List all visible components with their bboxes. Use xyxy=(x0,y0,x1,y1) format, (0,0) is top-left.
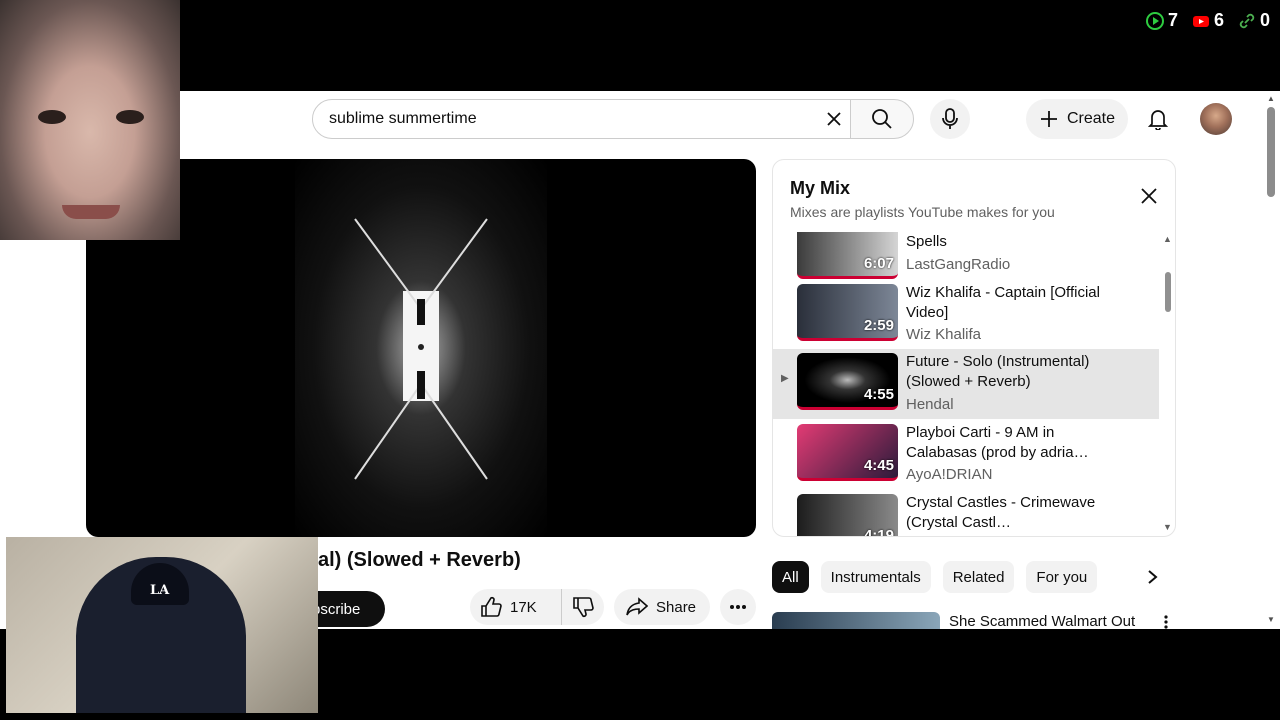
link-counter: 0 xyxy=(1238,10,1270,31)
webcam-face-mouth xyxy=(62,205,120,219)
page-scroll-down-icon[interactable]: ▼ xyxy=(1267,615,1275,624)
chip-instrumentals[interactable]: Instrumentals xyxy=(820,561,931,593)
play-counter: 7 xyxy=(1145,10,1178,31)
stream-counters: 7 6 0 xyxy=(1145,10,1270,31)
mix-item-title: Future - Solo (Instrumental) (Slowed + R… xyxy=(906,353,1090,390)
thumbs-up-icon xyxy=(481,596,502,617)
account-avatar[interactable] xyxy=(1200,103,1232,135)
share-label: Share xyxy=(656,598,697,616)
search-icon xyxy=(872,109,892,129)
mix-subtitle: Mixes are playlists YouTube makes for yo… xyxy=(790,204,1055,220)
chevron-right-icon xyxy=(1148,570,1158,584)
mix-item-title: Playboi Carti - 9 AM in Calabasas (prod … xyxy=(906,424,1089,461)
mix-item-title: Crystal Castles - Crimewave (Crystal Cas… xyxy=(906,494,1096,531)
mix-item-channel: AyoA!DRIAN xyxy=(906,466,993,483)
recommended-video[interactable]: She Scammed Walmart Out xyxy=(772,612,1172,629)
video-player[interactable] xyxy=(86,159,756,537)
mix-item-title: Spells xyxy=(906,233,947,250)
search-input[interactable] xyxy=(329,110,809,128)
microphone-icon xyxy=(942,108,958,129)
mix-title: My Mix xyxy=(790,178,851,198)
thumbs-down-icon xyxy=(573,597,594,618)
page-scrollbar-thumb[interactable] xyxy=(1267,107,1275,197)
mix-item-channel: LastGangRadio xyxy=(906,256,1011,273)
chip-all[interactable]: All xyxy=(772,561,809,593)
mix-item-duration: 4:55 xyxy=(863,386,894,403)
cap-logo: LA xyxy=(150,583,170,598)
create-label: Create xyxy=(1066,110,1116,127)
now-playing-icon: ▶ xyxy=(781,373,789,384)
youtube-icon xyxy=(1192,15,1209,27)
mix-item-thumbnail: 4:55 xyxy=(797,353,898,410)
video-artwork xyxy=(354,218,488,480)
webcam-bottom-left: LA xyxy=(6,537,318,713)
search-button[interactable] xyxy=(850,99,914,139)
chip-related[interactable]: Related xyxy=(942,561,1015,593)
link-icon xyxy=(1239,13,1255,28)
create-button[interactable]: Create xyxy=(1026,99,1128,139)
mix-item[interactable]: 4:45 Playboi Carti - 9 AM in Calabasas (… xyxy=(773,422,1159,492)
search-box[interactable] xyxy=(312,99,852,139)
mix-item-duration: 2:59 xyxy=(863,317,894,334)
mix-item-duration: 4:45 xyxy=(863,457,894,474)
close-mix-button[interactable] xyxy=(1137,184,1161,208)
mix-item-thumbnail: 4:19 xyxy=(797,494,898,536)
more-actions-button[interactable] xyxy=(720,589,756,625)
recommended-menu-button[interactable] xyxy=(1160,614,1172,629)
mix-item-thumbnail: 4:45 xyxy=(797,424,898,481)
video-frame xyxy=(295,159,547,537)
chips-next-button[interactable] xyxy=(1140,565,1164,589)
youtube-counter: 6 xyxy=(1192,10,1224,31)
plus-icon xyxy=(1040,111,1057,127)
webcam-face-eye xyxy=(38,110,66,124)
mix-item[interactable]: 4:19 Crystal Castles - Crimewave (Crysta… xyxy=(773,492,1159,536)
close-icon xyxy=(1141,188,1157,204)
mix-item-duration: 6:07 xyxy=(863,255,894,272)
scroll-down-icon[interactable]: ▼ xyxy=(1163,522,1172,532)
more-vertical-icon xyxy=(1164,615,1168,629)
mix-scrollbar-thumb[interactable] xyxy=(1165,272,1171,312)
page-scroll-up-icon[interactable]: ▲ xyxy=(1267,94,1275,103)
more-horizontal-icon xyxy=(730,605,746,609)
mix-list: 6:07 Spells LastGangRadio 2:59 Wiz Khali… xyxy=(773,232,1161,536)
bell-icon xyxy=(1148,110,1168,130)
play-count: 7 xyxy=(1167,10,1178,30)
mix-item-thumbnail: 6:07 xyxy=(797,232,898,279)
like-count: 17K xyxy=(510,598,537,616)
screen: 7 6 0 Create xyxy=(0,0,1280,720)
clear-search-button[interactable] xyxy=(820,105,848,133)
voice-search-button[interactable] xyxy=(930,99,970,139)
recommended-title: She Scammed Walmart Out xyxy=(949,613,1136,629)
webcam-top-left xyxy=(0,0,180,240)
close-icon xyxy=(827,112,841,126)
notifications-button[interactable] xyxy=(1138,99,1178,139)
mix-item-channel: Wiz Khalifa xyxy=(906,326,982,343)
webcam-face-eye xyxy=(116,110,144,124)
recommended-thumbnail xyxy=(772,612,940,629)
mix-playlist-panel: My Mix Mixes are playlists YouTube makes… xyxy=(772,159,1176,537)
chip-for-you[interactable]: For you xyxy=(1026,561,1098,593)
scroll-up-icon[interactable]: ▲ xyxy=(1163,234,1172,244)
mix-item-title: Wiz Khalifa - Captain [Official Video] xyxy=(906,284,1100,321)
mix-item-thumbnail: 2:59 xyxy=(797,284,898,341)
youtube-count: 6 xyxy=(1213,10,1224,30)
related-filter-chips: All Instrumentals Related For you xyxy=(772,561,1098,593)
top-bar: Create xyxy=(0,91,1262,147)
share-button[interactable]: Share xyxy=(614,589,710,625)
video-title: al) (Slowed + Reverb) xyxy=(318,549,521,571)
share-icon xyxy=(626,597,648,616)
dislike-button[interactable] xyxy=(562,589,604,625)
link-count: 0 xyxy=(1259,10,1270,30)
play-icon xyxy=(1145,11,1164,30)
mix-scrollbar[interactable]: ▲ ▼ xyxy=(1161,234,1175,534)
mix-item-duration: 4:19 xyxy=(863,527,894,536)
page-scrollbar[interactable]: ▲ ▼ xyxy=(1262,91,1280,629)
mix-item[interactable]: 2:59 Wiz Khalifa - Captain [Official Vid… xyxy=(773,282,1159,352)
mix-item-channel: Hendal xyxy=(906,396,954,413)
mix-item-now-playing[interactable]: ▶ 4:55 Future - Solo (Instrumental) (Slo… xyxy=(773,349,1159,419)
like-button[interactable]: 17K xyxy=(470,589,562,625)
like-dislike-group: 17K xyxy=(470,589,604,625)
